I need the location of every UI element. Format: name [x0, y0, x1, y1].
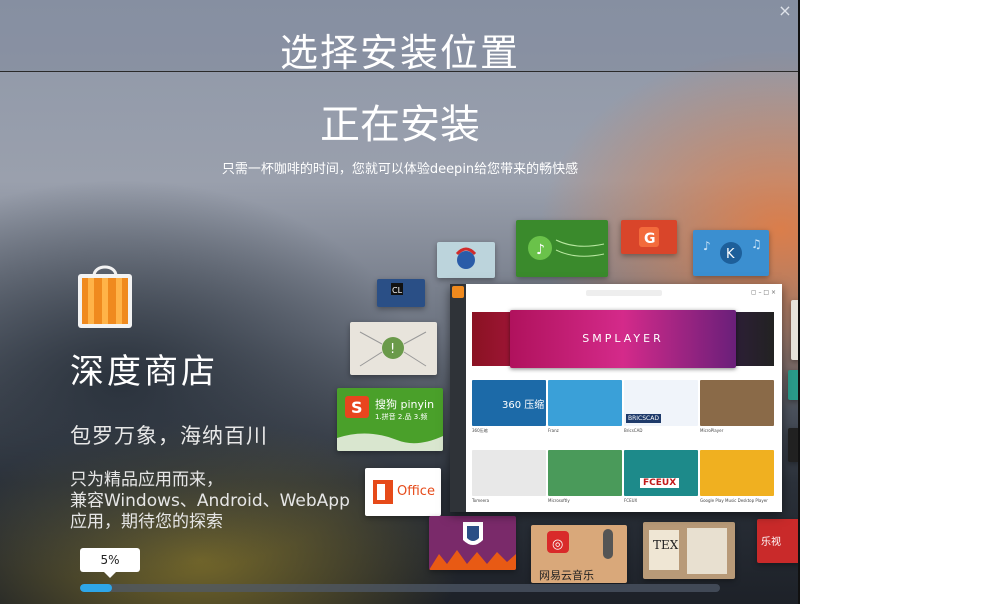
close-icon[interactable]: × — [776, 2, 794, 20]
app-card-microplayer — [700, 380, 774, 426]
app-label: 360压缩 — [472, 428, 488, 433]
app-tile-g-icon: G — [621, 220, 677, 254]
office-label: Office — [397, 484, 435, 499]
app-label: Google Play Music Desktop Player — [700, 498, 768, 503]
progress-percent-label: 5% — [80, 548, 140, 578]
app-tile-right-edge-2 — [788, 370, 798, 400]
app-card-360zip-label: 360 压缩 — [502, 400, 545, 411]
app-tile-office: Office — [365, 468, 441, 516]
install-heading: 正在安装 — [320, 102, 480, 148]
app-tile-smplayer: SMPLAYER — [510, 310, 736, 368]
installer-window: 选择安装位置 × 正在安装 只需一杯咖啡的时间，您就可以体验deepin给您带来… — [0, 0, 800, 604]
app-card-bricscad-label: BRICSCAD — [626, 414, 661, 423]
svg-text:♫: ♫ — [751, 237, 762, 251]
mindmap-icon: ! — [359, 331, 427, 367]
progress-bar — [80, 584, 720, 592]
tex-label: TEX — [653, 538, 679, 552]
sogou-subtitle: 1.拼音 2.品 3.频 — [375, 413, 428, 421]
store-description: 只为精品应用而来， 兼容Windows、Android、WebApp 应用，期待… — [70, 470, 350, 532]
cl-logo-icon: CL — [391, 283, 403, 295]
app-tile-k-icon: K ♪ ♫ — [693, 230, 769, 276]
svg-text:♪: ♪ — [703, 239, 711, 253]
app-tile-music-icon: ♪ — [516, 220, 608, 277]
app-tile-right-edge-3 — [788, 428, 798, 462]
app-card-tomeera — [472, 450, 546, 496]
app-tile-idea-icon: ! — [350, 322, 437, 375]
app-tile-tex: TEX — [643, 522, 735, 579]
svg-text:◎: ◎ — [552, 537, 563, 552]
eye-logo-icon — [455, 247, 477, 269]
progress-bar-fill — [80, 584, 112, 592]
app-tile-sogou: S 搜狗 pinyin 1.拼音 2.品 3.频 — [337, 388, 443, 451]
app-tile-netease: ◎ 网易云音乐 — [531, 525, 627, 583]
app-tile-shield — [429, 516, 516, 570]
svg-text:S: S — [351, 398, 363, 417]
svg-text:!: ! — [390, 342, 395, 357]
sogou-title: 搜狗 pinyin — [375, 398, 435, 411]
app-tile-cl-icon: CL — [377, 279, 425, 307]
svg-text:G: G — [644, 231, 656, 247]
shield-fire-icon — [429, 522, 516, 570]
store-name: 深度商店 — [70, 352, 218, 392]
g-logo-icon: G — [639, 227, 659, 247]
svg-text:K: K — [726, 247, 735, 262]
k-player-icon: K ♪ ♫ — [703, 237, 762, 264]
app-card-microsoftly — [548, 450, 622, 496]
app-label: Franz — [548, 428, 559, 433]
shopping-bag-icon — [78, 265, 132, 328]
svg-text:CL: CL — [392, 286, 403, 295]
app-card-franz — [548, 380, 622, 426]
app-label: BricsCAD — [624, 428, 643, 433]
music-note-icon: ♪ — [528, 236, 605, 260]
store-sidebar — [450, 284, 466, 512]
app-label: MicroPlayer — [700, 428, 724, 433]
store-window-controls: ▢ – □ × — [750, 289, 776, 296]
store-search-bar — [586, 290, 662, 296]
app-tile-letv: 乐视 — [757, 519, 798, 563]
app-tile-right-edge-1 — [791, 300, 798, 360]
app-card-fceux: FCEUX — [624, 450, 698, 496]
window-title: 选择安装位置 — [279, 31, 520, 75]
title-bar: 选择安装位置 — [0, 0, 798, 75]
app-label: Microsoftly — [548, 498, 570, 503]
letv-label: 乐视 — [761, 537, 781, 548]
app-card-bricscad: BRICSCAD — [624, 380, 698, 426]
store-slogan: 包罗万象，海纳百川 — [70, 424, 268, 448]
app-card-360zip: 360 压缩 — [472, 380, 546, 426]
app-card-fceux-label: FCEUX — [640, 478, 680, 488]
app-label: FCEUX — [624, 498, 638, 503]
install-subtitle: 只需一杯咖啡的时间，您就可以体验deepin给您带来的畅快感 — [221, 162, 579, 177]
store-logo-icon — [452, 286, 464, 298]
app-tile-eye-icon — [437, 242, 495, 278]
app-card-gpm — [700, 450, 774, 496]
netease-label: 网易云音乐 — [539, 569, 594, 582]
app-label: Tomeera — [472, 498, 490, 503]
svg-text:♪: ♪ — [536, 242, 545, 258]
